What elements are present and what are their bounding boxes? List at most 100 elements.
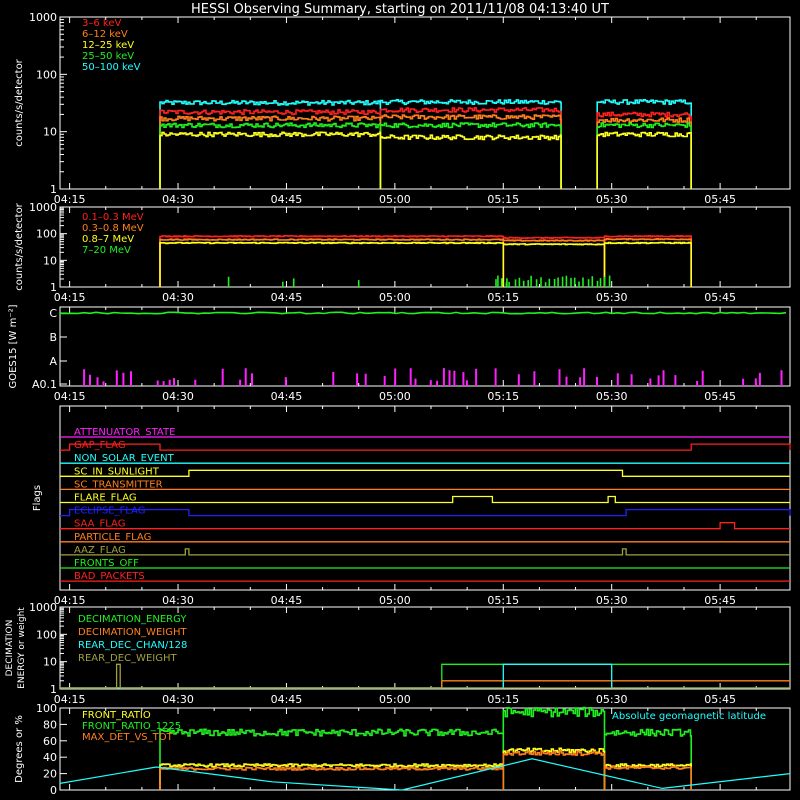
- series-line: [59, 758, 791, 791]
- x-tick-label: 05:00: [379, 594, 411, 607]
- y-axis-label: ENERGY or weight: [17, 607, 27, 689]
- legend-entry: REAR_DEC_WEIGHT: [78, 653, 177, 664]
- goes-panel: 04:15 04:30 04:45 05:00 05:15 05:30 05:45 A0.1 A…: [8, 304, 791, 403]
- y-tick-label: 1: [50, 183, 57, 196]
- x-tick-label: 04:30: [162, 594, 194, 607]
- y-tick-label: C: [49, 307, 57, 320]
- x-tick-label: 04:45: [271, 693, 303, 706]
- y-tick-label: 1000: [29, 201, 57, 214]
- legend-entry: 0.8–7 MeV: [82, 234, 134, 245]
- x-tick-label: 05:45: [704, 291, 736, 304]
- y-tick-label: 100: [36, 228, 57, 241]
- flag-label: NON_SOLAR_EVENT: [74, 453, 175, 464]
- y-tick-label: 0: [50, 784, 57, 797]
- x-tick-label: 05:30: [596, 193, 628, 206]
- x-tick-label: 04:15: [54, 291, 86, 304]
- legend-entry: DECIMATION_WEIGHT: [78, 627, 187, 638]
- x-tick-label: 05:30: [596, 594, 628, 607]
- series-line: [159, 131, 692, 189]
- x-tick-label: 04:15: [54, 193, 86, 206]
- x-tick-label: 04:30: [162, 193, 194, 206]
- flag-label: FRONTS_OFF: [74, 558, 139, 569]
- x-tick-label: 05:45: [704, 193, 736, 206]
- flag-line: [60, 469, 790, 477]
- x-tick-label: 04:45: [271, 193, 303, 206]
- x-tick-label: 05:00: [379, 291, 411, 304]
- series-line: [60, 680, 790, 689]
- x-tick-label: 04:30: [162, 693, 194, 706]
- x-tick-label: 05:30: [596, 390, 628, 403]
- flags-panel: 04:15 04:30 04:45 05:00 05:15 05:30 05:45 Flags…: [32, 405, 791, 607]
- lowE-panel: 04:15 04:30 04:45 05:00 05:15 05:30 05:45 1 10 10…: [14, 11, 791, 206]
- y-tick-label: 100: [36, 702, 57, 715]
- x-tick-label: 05:15: [487, 193, 519, 206]
- legend-entry: 0.1–0.3 MeV: [82, 212, 144, 223]
- highE-panel: 04:15 04:30 04:45 05:00 05:15 05:30 05:45 1 10 10…: [14, 201, 791, 304]
- y-tick-label: 60: [43, 735, 57, 748]
- legend-entry: 7–20 MeV: [82, 245, 131, 256]
- x-tick-label: 04:15: [54, 594, 86, 607]
- x-tick-label: 05:15: [487, 594, 519, 607]
- y-tick-label: A: [49, 355, 57, 368]
- y-axis-label: Degrees or %: [14, 715, 25, 783]
- series-line: [60, 663, 790, 689]
- legend-entry: 3–6 keV: [82, 18, 121, 29]
- series-line: [227, 275, 611, 287]
- x-tick-label: 04:45: [271, 594, 303, 607]
- flag-line: [60, 508, 791, 517]
- x-tick-label: 05:45: [704, 390, 736, 403]
- y-axis-label: counts/s/detector: [14, 202, 25, 290]
- x-tick-label: 05:15: [487, 693, 519, 706]
- y-axis-label: DECIMATION: [5, 620, 15, 677]
- figure-title: HESSI Observing Summary, starting on 201…: [191, 2, 609, 17]
- x-tick-label: 05:15: [487, 291, 519, 304]
- series-line: [159, 241, 692, 287]
- x-tick-label: 05:00: [379, 693, 411, 706]
- x-tick-label: 05:00: [379, 193, 411, 206]
- series-line: [60, 663, 790, 689]
- x-tick-label: 04:45: [271, 291, 303, 304]
- flag-label: FLARE_FLAG: [74, 493, 137, 504]
- x-tick-label: 05:30: [596, 693, 628, 706]
- series-line: [59, 311, 787, 315]
- x-tick-label: 05:30: [596, 291, 628, 304]
- flag-label: SC_TRANSMITTER: [74, 479, 163, 490]
- flag-label: BAD_PACKETS: [74, 571, 145, 582]
- series-line: [60, 663, 790, 689]
- panel-frame: [59, 206, 791, 288]
- y-tick-label: A0.1: [32, 378, 57, 391]
- legend-entry: 25–50 keV: [82, 51, 134, 62]
- legend-entry: REAR_DEC_CHAN/128: [78, 640, 187, 651]
- y-tick-label: 10: [43, 656, 57, 669]
- x-tick-label: 04:15: [54, 693, 86, 706]
- legend-entry: DECIMATION_ENERGY: [78, 614, 187, 625]
- y-tick-label: 100: [36, 68, 57, 81]
- y-tick-label: 80: [43, 718, 57, 731]
- y-tick-label: 1: [50, 281, 57, 294]
- x-tick-label: 04:15: [54, 390, 86, 403]
- y-tick-label: 40: [43, 751, 57, 764]
- flag-label: GAP_FLAG: [74, 440, 126, 451]
- flag-line: [60, 495, 790, 504]
- flag-label: AAZ_FLAG: [74, 545, 126, 556]
- legend-entry: 0.3–0.8 MeV: [82, 223, 144, 234]
- x-tick-label: 05:00: [379, 390, 411, 403]
- y-tick-label: 100: [36, 628, 57, 641]
- x-tick-label: 05:15: [487, 390, 519, 403]
- y-tick-label: 20: [43, 768, 57, 781]
- legend-entry: 12–25 keV: [82, 40, 134, 51]
- y-tick-label: 10: [43, 254, 57, 267]
- annotation: Absolute geomagnetic latitude: [612, 711, 766, 722]
- summary-figure: HESSI Observing Summary, starting on 201…: [5, 2, 791, 797]
- legend-entry: MAX_DET_VS_TOT: [82, 732, 174, 743]
- series-line: [159, 238, 692, 287]
- flag-label: SAA_FLAG: [74, 519, 125, 530]
- flag-label: SC_IN_SUNLIGHT: [74, 466, 160, 477]
- x-tick-label: 04:30: [162, 390, 194, 403]
- legend-entry: FRONT_RATIO: [82, 710, 151, 721]
- x-tick-label: 05:45: [704, 594, 736, 607]
- flag-line: [60, 522, 790, 530]
- y-axis-label: counts/s/detector: [14, 58, 25, 146]
- legend-entry: 6–12 keV: [82, 29, 128, 40]
- flag-label: PARTICLE_FLAG: [74, 532, 151, 543]
